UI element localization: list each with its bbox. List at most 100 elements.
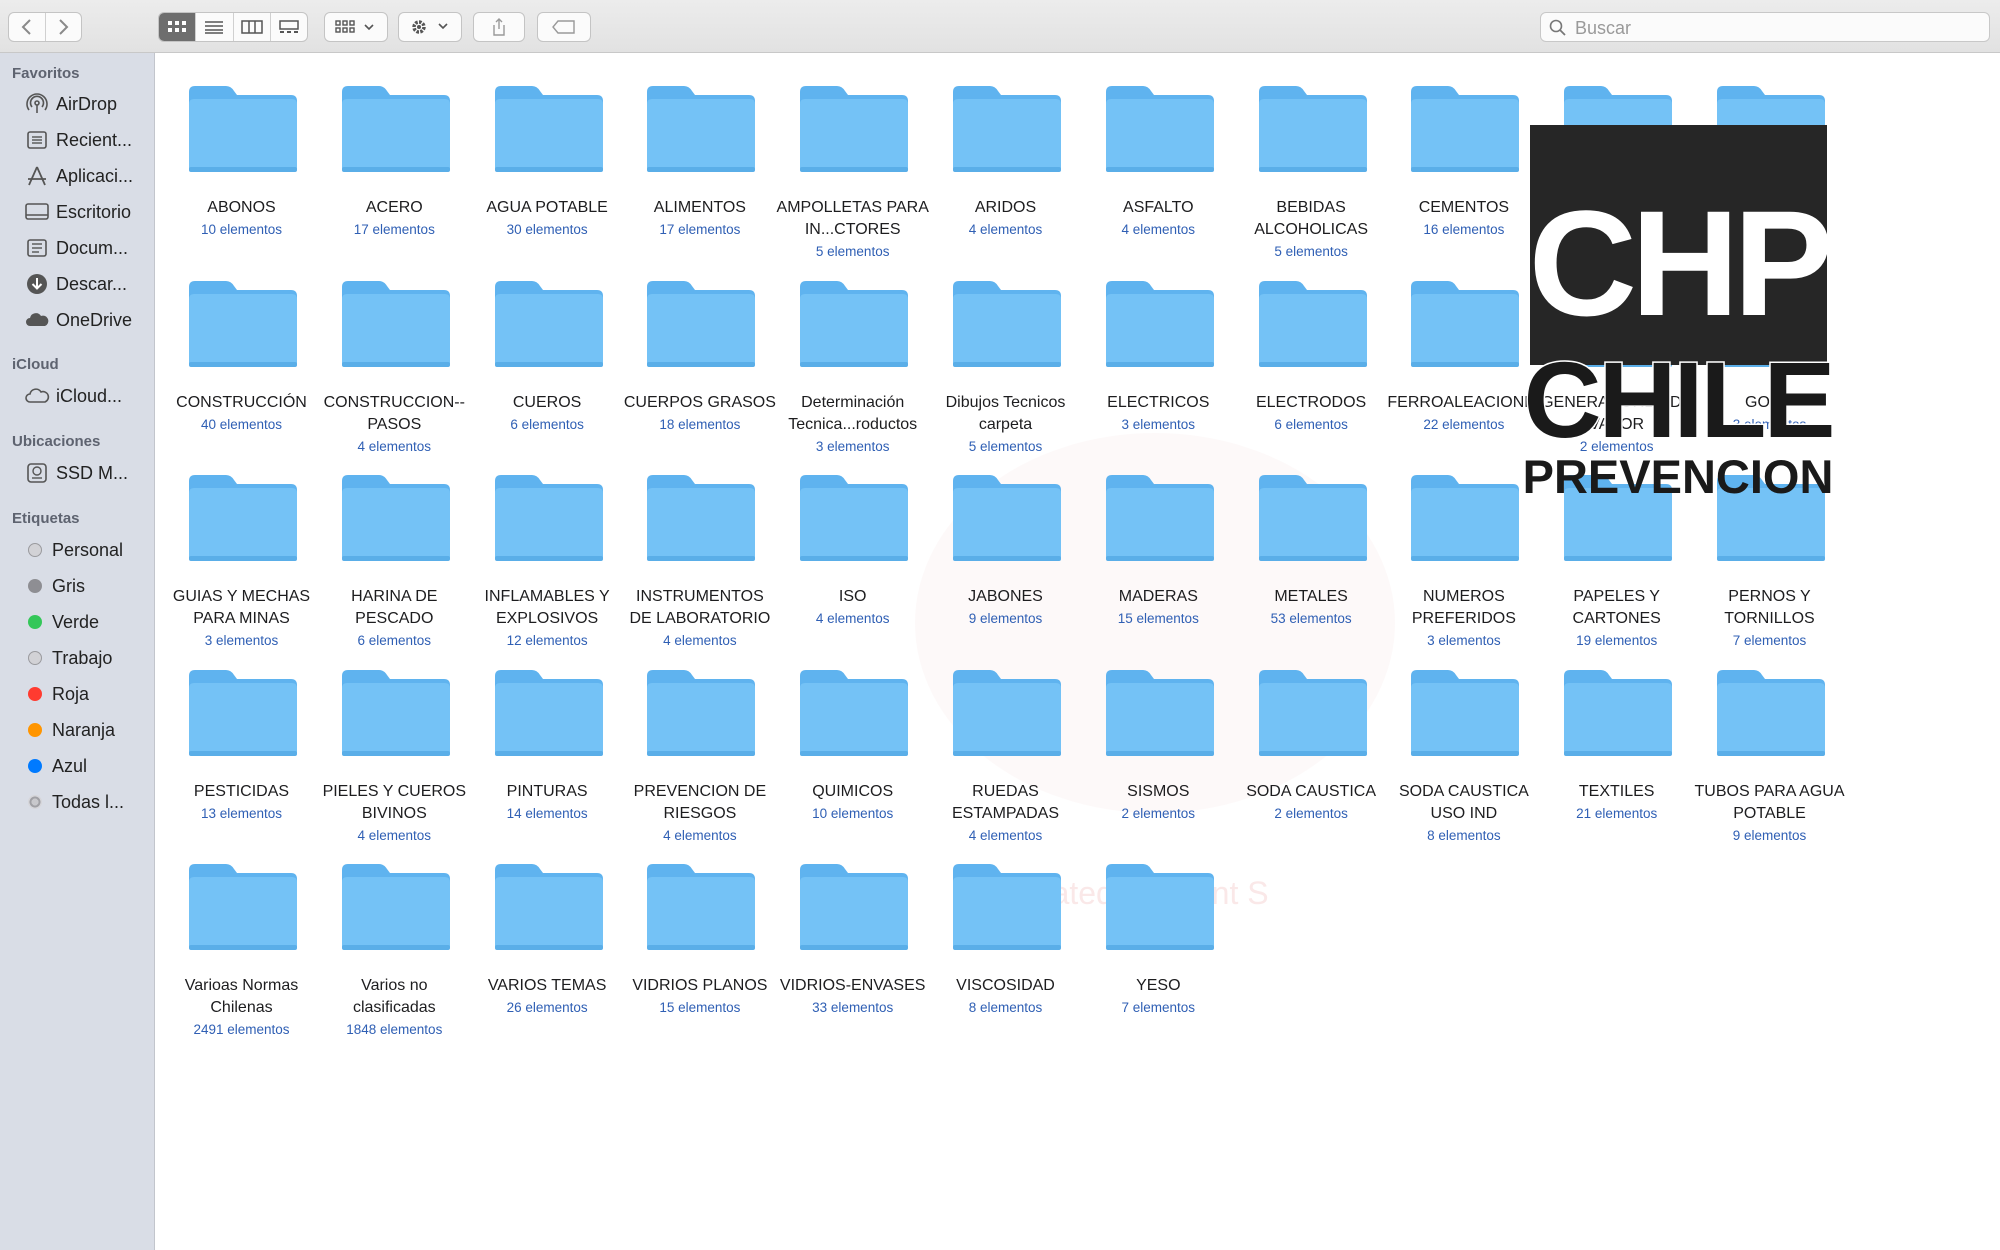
folder-icon [186,275,300,369]
folder-name-text: VISCOSIDAD [956,977,1055,994]
folder-item[interactable]: PIELES Y CUEROS BIVINOS 4 elementos [318,637,471,843]
folder-item[interactable]: AMPOLLETAS PARA IN...CTORES 5 elementos [776,53,929,259]
sidebar-item-label: Escritorio [56,201,132,222]
folder-name: JABONES 9 elementos [929,586,1082,630]
folder-count: 4 elementos [815,611,890,626]
sidebar-item-ssd[interactable]: SSD M... [24,458,149,488]
folder-icon [950,664,1064,758]
folder-item[interactable]: ELECTRODOS 6 elementos [1235,248,1388,438]
sidebar-item-onedrive[interactable]: OneDrive [24,305,149,335]
folder-item[interactable]: ALIMENTOS 17 elementos [623,53,776,243]
tag-item-verde[interactable]: Verde [24,607,149,637]
search-input[interactable] [1573,16,1977,40]
folder-item[interactable]: Varios no clasificadas 1848 elementos [318,831,471,1037]
tag-button[interactable] [537,12,591,42]
share-button[interactable] [473,12,525,42]
folder-icon [186,80,300,174]
folder-name: Varioas Normas Chilenas 2491 elementos [165,975,318,1041]
sidebar-item-label: OneDrive [56,309,133,330]
folder-name: ACERO 17 elementos [318,197,471,241]
folder-item[interactable]: PESTICIDAS 13 elementos [165,637,318,827]
folder-item[interactable]: ELECTRICOS 3 elementos [1082,248,1235,438]
folder-item[interactable]: INFLAMABLES Y EXPLOSIVOS 12 elementos [471,442,624,648]
folder-name: METALES 53 elementos [1235,586,1388,630]
tag-dot-icon [28,651,42,665]
folder-item[interactable]: BEBIDAS ALCOHOLICAS 5 elementos [1235,53,1388,259]
folder-item[interactable]: Dibujos Tecnicos carpeta 5 elementos [929,248,1082,454]
tag-item-all[interactable]: Todas l... [24,787,149,817]
sidebar-item-documents[interactable]: Docum... [24,233,149,263]
folder-item[interactable]: TEXTILES 21 elementos [1540,637,1693,827]
folder-name-text: Determinación Tecnica...roductos [788,393,918,433]
sidebar-item-icloud-drive[interactable]: iCloud... [24,381,149,411]
sidebar-item-downloads[interactable]: Descar... [24,269,149,299]
folder-item[interactable]: JABONES 9 elementos [929,442,1082,632]
sidebar-item-desktop[interactable]: Escritorio [24,197,149,227]
back-button[interactable] [9,13,46,41]
tag-item-azul[interactable]: Azul [24,751,149,781]
folder-item[interactable]: RUEDAS ESTAMPADAS 4 elementos [929,637,1082,843]
folder-item[interactable]: VIDRIOS PLANOS 15 elementos [623,831,776,1021]
search-field[interactable] [1540,12,1990,42]
tag-item-naranja[interactable]: Naranja [24,715,149,745]
action-button[interactable] [398,12,462,42]
folder-icon [1561,664,1675,758]
icloud-header: iCloud [12,356,59,373]
folder-item[interactable]: VISCOSIDAD 8 elementos [929,831,1082,1021]
folder-item[interactable]: MADERAS 15 elementos [1082,442,1235,632]
folder-count: 30 elementos [506,222,588,237]
search-icon [1549,19,1566,36]
sidebar-item-applications[interactable]: Aplicaci... [24,161,149,191]
sidebar-item-label: Docum... [56,237,129,258]
folder-item[interactable]: CONSTRUCCION--PASOS 4 elementos [318,248,471,454]
folder-item[interactable]: CUEROS 6 elementos [471,248,624,438]
folder-count: 15 elementos [1117,611,1199,626]
folder-icon [950,469,1064,563]
folder-item[interactable]: METALES 53 elementos [1235,442,1388,632]
column-view-button[interactable] [234,13,271,41]
folder-item[interactable]: CONSTRUCCIÓN 40 elementos [165,248,318,438]
folder-item[interactable]: SISMOS 2 elementos [1082,637,1235,827]
folder-item[interactable]: SODA CAUSTICA USO IND 8 elementos [1387,637,1540,843]
folder-icon [797,858,911,952]
folder-item[interactable]: ACERO 17 elementos [318,53,471,243]
folder-icon [492,664,606,758]
folder-item[interactable]: AGUA POTABLE 30 elementos [471,53,624,243]
list-view-button[interactable] [196,13,234,41]
folder-item[interactable]: TUBOS PARA AGUA POTABLE 9 elementos [1693,637,1846,843]
folder-item[interactable]: Varioas Normas Chilenas 2491 elementos [165,831,318,1037]
folder-item[interactable]: QUIMICOS 10 elementos [776,637,929,827]
folder-item[interactable]: VARIOS TEMAS 26 elementos [471,831,624,1021]
folder-item[interactable]: ASFALTO 4 elementos [1082,53,1235,243]
sidebar-item-recents[interactable]: Recient... [24,125,149,155]
folder-icon [644,858,758,952]
tag-item-personal[interactable]: Personal [24,535,149,565]
disk-icon [24,462,50,484]
folder-item[interactable]: SODA CAUSTICA 2 elementos [1235,637,1388,827]
folder-item[interactable]: VIDRIOS-ENVASES 33 elementos [776,831,929,1021]
folder-item[interactable]: PREVENCION DE RIESGOS 4 elementos [623,637,776,843]
folder-item[interactable]: YESO 7 elementos [1082,831,1235,1021]
folder-item[interactable]: HARINA DE PESCADO 6 elementos [318,442,471,648]
folder-item[interactable]: ABONOS 10 elementos [165,53,318,243]
folder-icon [339,80,453,174]
folder-name-text: AGUA POTABLE [486,199,608,216]
tag-item-gris[interactable]: Gris [24,571,149,601]
tag-item-trabajo[interactable]: Trabajo [24,643,149,673]
gallery-view-button[interactable] [271,13,307,41]
folder-item[interactable]: PINTURAS 14 elementos [471,637,624,827]
forward-button[interactable] [46,13,82,41]
tag-item-roja[interactable]: Roja [24,679,149,709]
group-button[interactable] [324,12,388,42]
sidebar-item-airdrop[interactable]: AirDrop [24,89,149,119]
folder-item[interactable]: GUIAS Y MECHAS PARA MINAS 3 elementos [165,442,318,648]
folder-item[interactable]: CUERPOS GRASOS 18 elementos [623,248,776,438]
folder-item[interactable]: ISO 4 elementos [776,442,929,632]
grid-view-button[interactable] [159,13,197,41]
sidebar-item-label: Descar... [56,273,128,294]
folder-item[interactable]: INSTRUMENTOS DE LABORATORIO 4 elementos [623,442,776,648]
folder-item[interactable]: Determinación Tecnica...roductos 3 elemen… [776,248,929,454]
folder-name-text: AMPOLLETAS PARA IN...CTORES [776,199,929,238]
folder-item[interactable]: ARIDOS 4 elementos [929,53,1082,243]
folder-icon [186,469,300,563]
